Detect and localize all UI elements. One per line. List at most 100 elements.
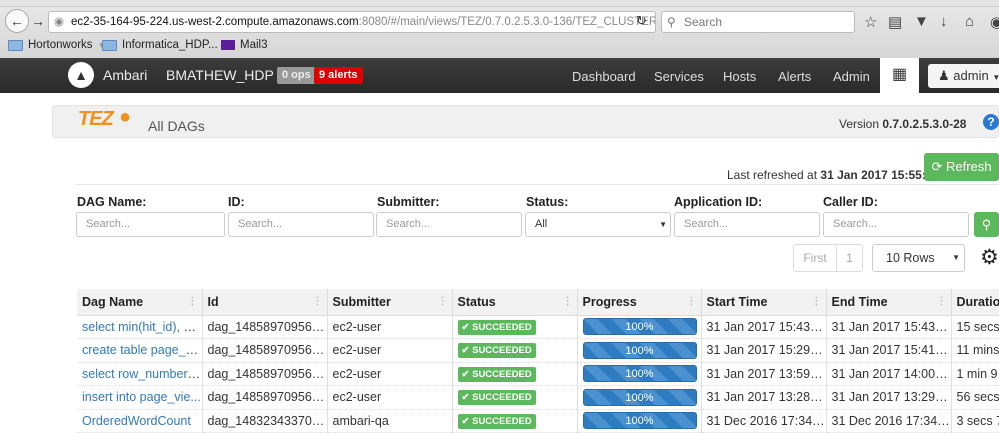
gear-icon[interactable]: ⚙ xyxy=(980,245,999,270)
status-cell: ✔ SUCCEEDED xyxy=(452,362,578,386)
progress-bar: 100% xyxy=(582,365,697,383)
dag-name-link[interactable]: insert into page_vie... xyxy=(82,390,201,404)
url-host: ec2-35-164-95-224.us-west-2.compute.amaz… xyxy=(71,16,359,28)
download-icon[interactable]: ↓ xyxy=(940,13,948,30)
progress-bar: 100% xyxy=(582,388,697,406)
col-start-time[interactable]: Start Time ⋮ xyxy=(701,289,827,316)
user-menu-button[interactable]: ♟ admin ▼ xyxy=(928,64,999,88)
back-button[interactable]: ← xyxy=(5,9,29,33)
end-time-cell: 31 Jan 2017 14:00:27 xyxy=(826,362,952,386)
filter-label-status: Status: xyxy=(526,195,569,209)
submitter-cell: ambari-qa xyxy=(327,409,453,433)
browser-chrome: ← → ◉ ec2-35-164-95-224.us-west-2.compute… xyxy=(0,0,999,58)
status-badge: ✔ SUCCEEDED xyxy=(457,319,536,335)
forward-button[interactable]: → xyxy=(31,13,45,29)
views-grid-icon[interactable]: ▦ xyxy=(880,58,919,93)
status-badge: ✔ SUCCEEDED xyxy=(457,413,536,429)
col-submitter[interactable]: Submitter ⋮ xyxy=(327,289,453,316)
start-time-cell: 31 Jan 2017 15:43:01 xyxy=(701,315,827,339)
dag-name-link[interactable]: select min(hit_id), m... xyxy=(82,320,201,334)
ops-badge[interactable]: 0 ops xyxy=(277,67,316,84)
folder-icon xyxy=(8,39,23,51)
search-placeholder: Search xyxy=(684,15,723,29)
id-cell: dag_148589709564... xyxy=(202,315,328,339)
rows-per-page-select[interactable]: 10 Rows ▼ xyxy=(872,244,965,272)
folder-icon xyxy=(102,39,117,51)
home-icon[interactable]: ⌂ xyxy=(965,13,974,30)
tab-strip xyxy=(0,0,999,7)
dag-name-cell: OrderedWordCount xyxy=(77,409,203,433)
chevron-down-icon: ▼ xyxy=(659,220,667,229)
ambari-logo[interactable]: ▲ xyxy=(68,62,94,88)
end-time-cell: 31 Jan 2017 15:43:16 xyxy=(826,315,952,339)
col-dag-name[interactable]: Dag Name ⋮ xyxy=(77,289,203,316)
progress-cell: 100% xyxy=(577,362,702,386)
cluster-name[interactable]: BMATHEW_HDP xyxy=(166,67,274,83)
col-id[interactable]: Id ⋮ xyxy=(202,289,328,316)
bookmark-hortonworks[interactable]: Hortonworks▼ xyxy=(8,39,105,51)
table-row: select row_number(... dag_148589709564..… xyxy=(77,362,999,386)
bookmark-star-icon[interactable]: ☆ xyxy=(864,13,877,31)
url-bar[interactable]: ◉ ec2-35-164-95-224.us-west-2.compute.ama… xyxy=(48,11,656,33)
filter-label-id: ID: xyxy=(228,195,245,209)
nav-services[interactable]: Services xyxy=(654,69,704,84)
progress-cell: 100% xyxy=(577,385,702,410)
search-icon: ⚲ xyxy=(667,15,676,29)
caller-id-input[interactable]: Search... xyxy=(823,212,969,237)
tez-logo[interactable]: TEZ xyxy=(78,108,114,131)
search-button[interactable]: ⚲ xyxy=(974,212,999,237)
dag-name-link[interactable]: create table page_vi... xyxy=(82,343,201,357)
first-page-button[interactable]: First xyxy=(793,244,837,272)
nav-alerts[interactable]: Alerts xyxy=(778,69,811,84)
bookmark-mail3[interactable]: Mail3 xyxy=(221,39,267,51)
start-time-cell: 31 Dec 2016 17:34:53 xyxy=(701,409,827,433)
nav-admin[interactable]: Admin xyxy=(833,69,870,84)
pocket-icon[interactable]: ▼ xyxy=(914,13,929,30)
duration-cell: 3 secs 7 xyxy=(951,409,999,433)
progress-bar: 100% xyxy=(582,318,697,336)
alerts-badge[interactable]: 9 alerts xyxy=(314,67,363,84)
page-number[interactable]: 1 xyxy=(836,244,863,272)
dag-name-cell: select row_number(... xyxy=(77,362,203,386)
refresh-button[interactable]: ⟳ Refresh xyxy=(924,153,999,181)
filter-label-application-id: Application ID: xyxy=(674,195,763,209)
end-time-cell: 31 Dec 2016 17:34:56 xyxy=(826,409,952,433)
start-time-cell: 31 Jan 2017 15:29:35 xyxy=(701,338,827,363)
submitter-cell: ec2-user xyxy=(327,338,453,363)
user-name: admin xyxy=(953,68,989,83)
start-time-cell: 31 Jan 2017 13:59:18 xyxy=(701,362,827,386)
id-cell: dag_148323433708... xyxy=(202,409,328,433)
nav-hosts[interactable]: Hosts xyxy=(723,69,756,84)
dag-name-link[interactable]: select row_number(... xyxy=(82,367,201,381)
bookmark-informatica[interactable]: Informatica_HDP...▼ xyxy=(102,39,231,51)
col-progress[interactable]: Progress ⋮ xyxy=(577,289,702,316)
nav-dashboard[interactable]: Dashboard xyxy=(572,69,636,84)
filter-label-submitter: Submitter: xyxy=(377,195,440,209)
status-cell: ✔ SUCCEEDED xyxy=(452,315,578,339)
reading-list-icon[interactable]: ▤ xyxy=(888,13,902,31)
chevron-down-icon: ▼ xyxy=(952,253,960,262)
status-cell: ✔ SUCCEEDED xyxy=(452,385,578,410)
col-duration[interactable]: Duration xyxy=(951,289,999,316)
version-label: Version xyxy=(839,117,880,131)
duration-cell: 11 mins xyxy=(951,338,999,363)
dag-name-link[interactable]: OrderedWordCount xyxy=(82,414,191,428)
browser-search[interactable]: ⚲ Search xyxy=(661,11,855,33)
chat-icon[interactable]: ◉ xyxy=(990,13,999,31)
progress-cell: 100% xyxy=(577,409,702,433)
id-input[interactable]: Search... xyxy=(228,212,374,237)
status-badge: ✔ SUCCEEDED xyxy=(457,343,536,359)
application-id-input[interactable]: Search... xyxy=(674,212,820,237)
end-time-cell: 31 Jan 2017 13:29:24 xyxy=(826,385,952,410)
col-status[interactable]: Status ⋮ xyxy=(452,289,578,316)
help-icon[interactable]: ? xyxy=(983,114,999,130)
table-row: insert into page_vie... dag_148589709564… xyxy=(77,385,999,410)
ambari-brand[interactable]: Ambari xyxy=(103,67,147,83)
status-select[interactable]: All ▼ xyxy=(525,212,671,237)
page-title: All DAGs xyxy=(148,118,205,134)
reload-icon[interactable]: ↻ xyxy=(636,13,647,29)
globe-icon: ◉ xyxy=(54,16,65,28)
col-end-time[interactable]: End Time ⋮ xyxy=(826,289,952,316)
dag-name-input[interactable]: Search... xyxy=(76,212,225,237)
submitter-input[interactable]: Search... xyxy=(376,212,522,237)
